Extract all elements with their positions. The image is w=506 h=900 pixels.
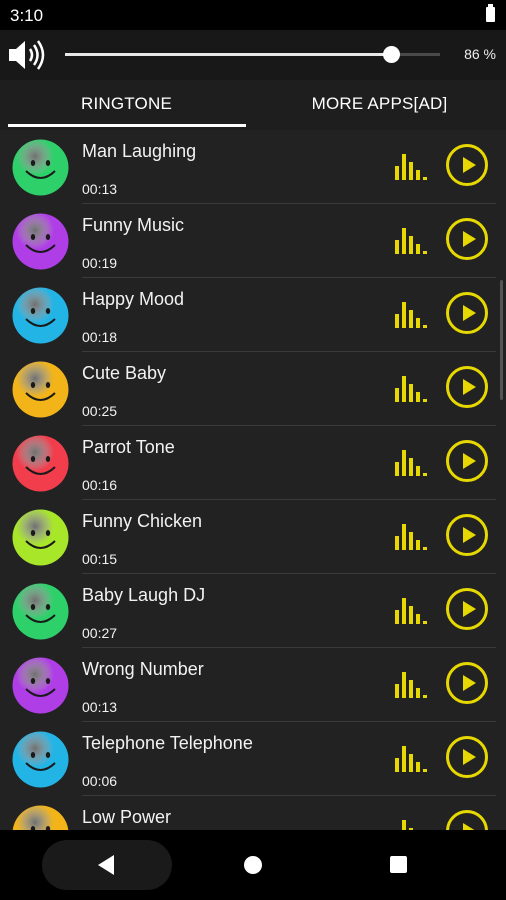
smiley-face-icon xyxy=(12,805,69,830)
smiley-face-icon xyxy=(12,139,69,196)
navigation-bar xyxy=(0,830,506,900)
smiley-face-icon xyxy=(12,435,69,492)
equalizer-icon xyxy=(395,154,427,180)
tab-more-apps[interactable]: MORE APPS[AD] xyxy=(253,80,506,130)
volume-bar: 86 % xyxy=(0,30,506,80)
play-icon xyxy=(463,453,476,469)
play-button[interactable] xyxy=(446,218,488,260)
status-time: 3:10 xyxy=(10,6,44,25)
ringtone-duration: 00:27 xyxy=(82,625,118,641)
equalizer-icon xyxy=(395,228,427,254)
equalizer-icon xyxy=(395,672,427,698)
play-icon xyxy=(463,823,476,830)
ringtone-duration: 00:06 xyxy=(82,773,118,789)
tab-ringtone[interactable]: RINGTONE xyxy=(0,80,253,130)
smiley-face-icon xyxy=(12,361,69,418)
ringtone-title: Man Laughing xyxy=(82,141,197,161)
battery-icon xyxy=(486,4,495,22)
equalizer-icon xyxy=(395,524,427,550)
list-item[interactable]: Low Power xyxy=(0,796,506,830)
equalizer-icon xyxy=(395,450,427,476)
home-icon[interactable] xyxy=(244,856,262,874)
list-item[interactable]: Happy Mood 00:18 xyxy=(0,278,506,352)
play-button[interactable] xyxy=(446,736,488,778)
ringtone-title: Wrong Number xyxy=(82,659,204,679)
play-button[interactable] xyxy=(446,292,488,334)
ringtone-title: Happy Mood xyxy=(82,289,185,309)
ringtone-title: Cute Baby xyxy=(82,363,167,383)
play-icon xyxy=(463,675,476,691)
ringtone-duration: 00:25 xyxy=(82,403,118,419)
equalizer-icon xyxy=(395,598,427,624)
volume-slider[interactable] xyxy=(65,46,440,63)
play-button[interactable] xyxy=(446,810,488,830)
smiley-face-icon xyxy=(12,657,69,714)
ringtone-duration: 00:19 xyxy=(82,255,118,271)
tab-indicator xyxy=(8,124,246,127)
smiley-face-icon xyxy=(12,509,69,566)
back-icon[interactable] xyxy=(98,855,114,875)
volume-slider-fill xyxy=(65,53,392,56)
smiley-face-icon xyxy=(12,287,69,344)
play-button[interactable] xyxy=(446,144,488,186)
ringtone-title: Funny Music xyxy=(82,215,185,235)
speaker-icon[interactable] xyxy=(6,37,46,73)
ringtone-duration: 00:16 xyxy=(82,477,118,493)
play-button[interactable] xyxy=(446,366,488,408)
list-item[interactable]: Telephone Telephone 00:06 xyxy=(0,722,506,796)
ringtone-duration: 00:18 xyxy=(82,329,118,345)
ringtone-list[interactable]: Man Laughing 00:13 Funny Music 00:19 Hap… xyxy=(0,130,506,830)
recents-icon[interactable] xyxy=(390,856,407,873)
ringtone-title: Funny Chicken xyxy=(82,511,203,531)
play-button[interactable] xyxy=(446,440,488,482)
list-item[interactable]: Funny Chicken 00:15 xyxy=(0,500,506,574)
smiley-face-icon xyxy=(12,583,69,640)
play-button[interactable] xyxy=(446,662,488,704)
ringtone-title: Parrot Tone xyxy=(82,437,175,457)
play-icon xyxy=(463,231,476,247)
play-icon xyxy=(463,527,476,543)
ringtone-title: Baby Laugh DJ xyxy=(82,585,206,605)
play-icon xyxy=(463,749,476,765)
ringtone-duration: 00:13 xyxy=(82,181,118,197)
equalizer-icon xyxy=(402,820,413,830)
list-item[interactable]: Funny Music 00:19 xyxy=(0,204,506,278)
smiley-face-icon xyxy=(12,731,69,788)
tab-bar: RINGTONE MORE APPS[AD] xyxy=(0,80,506,130)
equalizer-icon xyxy=(395,302,427,328)
play-icon xyxy=(463,157,476,173)
equalizer-icon xyxy=(395,746,427,772)
play-icon xyxy=(463,379,476,395)
play-button[interactable] xyxy=(446,514,488,556)
ringtone-title: Telephone Telephone xyxy=(82,733,253,753)
equalizer-icon xyxy=(395,376,427,402)
list-item[interactable]: Cute Baby 00:25 xyxy=(0,352,506,426)
status-bar: 3:10 xyxy=(0,0,506,30)
volume-slider-thumb[interactable] xyxy=(383,46,401,63)
ringtone-duration: 00:13 xyxy=(82,699,118,715)
list-item[interactable]: Wrong Number 00:13 xyxy=(0,648,506,722)
ringtone-title: Low Power xyxy=(82,807,172,827)
play-icon xyxy=(463,305,476,321)
play-icon xyxy=(463,601,476,617)
list-item[interactable]: Man Laughing 00:13 xyxy=(0,130,506,204)
volume-percent: 86 % xyxy=(464,46,496,62)
play-button[interactable] xyxy=(446,588,488,630)
list-item[interactable]: Parrot Tone 00:16 xyxy=(0,426,506,500)
list-item[interactable]: Baby Laugh DJ 00:27 xyxy=(0,574,506,648)
smiley-face-icon xyxy=(12,213,69,270)
ringtone-duration: 00:15 xyxy=(82,551,118,567)
